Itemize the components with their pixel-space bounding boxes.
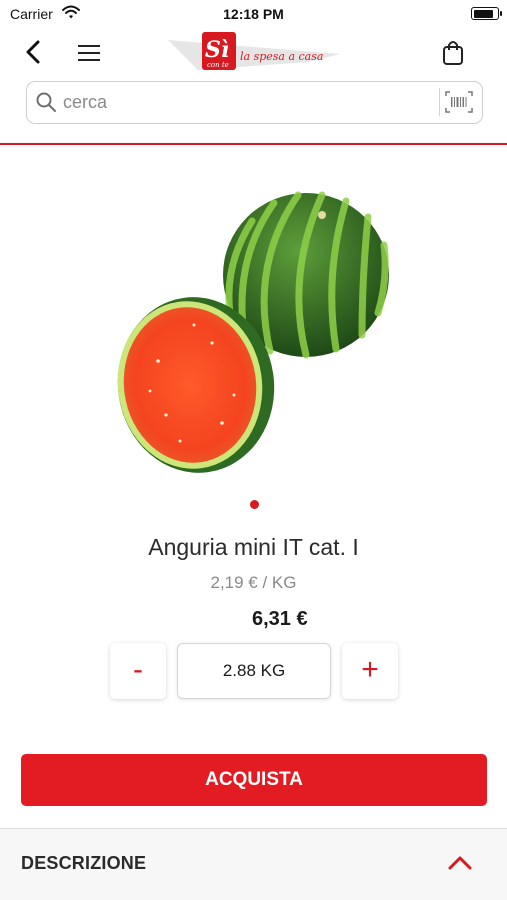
battery-icon [471, 7, 502, 20]
menu-button[interactable] [74, 40, 104, 66]
chevron-up-icon [448, 856, 472, 870]
description-toggle[interactable]: DESCRIZIONE [0, 828, 507, 900]
search-divider [439, 88, 440, 116]
quantity-decrement-button[interactable]: - [110, 643, 166, 699]
status-bar: Carrier 12:18 PM [0, 0, 507, 28]
unit-price: 2,19 € / KG [210, 573, 297, 592]
header-divider [0, 143, 507, 145]
product-title: Anguria mini IT cat. I [148, 534, 359, 560]
image-page-indicator [250, 500, 259, 509]
chevron-left-icon [26, 40, 40, 64]
cart-button[interactable] [441, 38, 465, 66]
barcode-icon [445, 91, 473, 113]
status-clock: 12:18 PM [223, 6, 284, 22]
buy-button[interactable]: ACQUISTA [21, 754, 487, 806]
store-logo: Sì con te la spesa a casa [168, 30, 340, 74]
quantity-field[interactable]: 2.88 KG [177, 643, 331, 699]
battery-level-fill [473, 9, 494, 18]
svg-text:Sì: Sì [205, 37, 229, 63]
nav-bar: Sì con te la spesa a casa [0, 28, 507, 78]
watermelon-image [117, 191, 389, 473]
shopping-bag-icon [443, 41, 463, 65]
svg-text:con te: con te [207, 61, 229, 69]
quantity-increment-button[interactable]: + [342, 643, 398, 699]
search-icon [36, 92, 56, 112]
total-price: 6,31 € [252, 608, 308, 630]
back-button[interactable] [20, 38, 48, 66]
search-box [26, 81, 483, 124]
description-label: DESCRIZIONE [21, 853, 147, 873]
search-input[interactable] [63, 90, 443, 114]
barcode-scan-button[interactable] [444, 89, 474, 115]
hamburger-icon [78, 45, 100, 61]
logo-tagline: la spesa a casa [240, 50, 324, 63]
product-image[interactable] [110, 185, 400, 480]
